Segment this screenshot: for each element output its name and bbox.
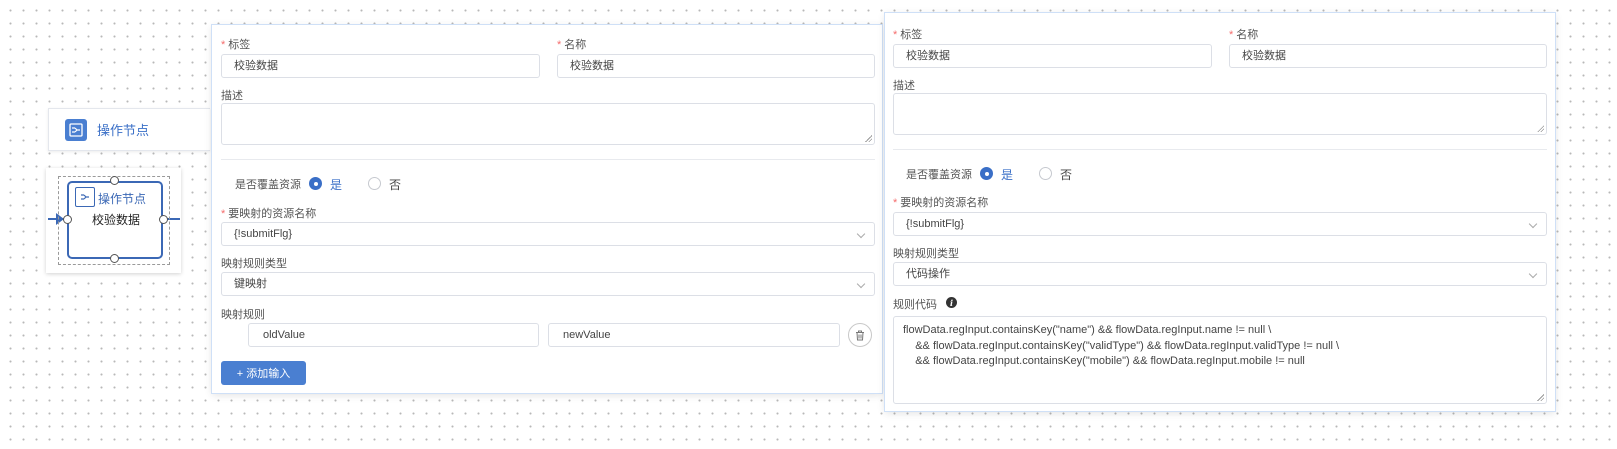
divider	[221, 159, 875, 160]
tag-input[interactable]: 校验数据	[221, 54, 540, 78]
rule-type-select[interactable]: 代码操作	[893, 262, 1547, 286]
resource-select-value: {!submitFlg}	[906, 218, 965, 230]
desc-label: 描述	[221, 90, 243, 102]
add-input-button[interactable]: + 添加输入	[221, 361, 306, 385]
operation-node-icon	[75, 187, 95, 207]
override-label: 是否覆盖资源	[906, 169, 972, 181]
resource-select[interactable]: {!submitFlg}	[221, 222, 875, 246]
desc-textarea[interactable]	[893, 93, 1547, 135]
rule-value-input[interactable]: newValue	[548, 323, 840, 347]
resize-handle-icon[interactable]	[865, 135, 872, 142]
desc-label: 描述	[893, 80, 915, 92]
tag-label: * 标签	[893, 29, 923, 41]
resource-select-value: {!submitFlg}	[234, 228, 293, 240]
code-label: 规则代码	[893, 299, 937, 311]
override-yes-radio[interactable]	[980, 167, 993, 180]
name-label: * 名称	[557, 39, 587, 51]
resize-handle-icon[interactable]	[1537, 394, 1544, 401]
port-top[interactable]	[110, 176, 119, 185]
override-yes-label[interactable]: 是	[330, 176, 342, 193]
rule-type-label: 映射规则类型	[221, 258, 287, 270]
resource-label: * 要映射的资源名称	[221, 208, 317, 220]
port-left[interactable]	[63, 215, 72, 224]
chevron-down-icon	[1528, 269, 1538, 279]
name-label: * 名称	[1229, 29, 1259, 41]
palette-item-label: 操作节点	[97, 123, 150, 138]
override-no-radio[interactable]	[368, 177, 381, 190]
rule-code-editor[interactable]: flowData.regInput.containsKey("name") &&…	[893, 316, 1547, 404]
override-label: 是否覆盖资源	[235, 179, 301, 191]
rule-type-select-value: 代码操作	[906, 268, 950, 280]
override-yes-radio[interactable]	[309, 177, 322, 190]
operation-node-icon	[65, 118, 87, 141]
divider	[893, 149, 1547, 150]
tag-label: * 标签	[221, 39, 251, 51]
rule-key-input[interactable]: oldValue	[248, 323, 539, 347]
resource-label: * 要映射的资源名称	[893, 197, 989, 209]
node-name-label: 校验数据	[92, 213, 141, 227]
chevron-down-icon	[856, 229, 866, 239]
chevron-down-icon	[1528, 219, 1538, 229]
resource-select[interactable]: {!submitFlg}	[893, 212, 1547, 236]
rule-type-select-value: 键映射	[234, 278, 267, 290]
rule-label: 映射规则	[221, 309, 265, 321]
override-yes-label[interactable]: 是	[1001, 166, 1013, 183]
port-bottom[interactable]	[110, 254, 119, 263]
delete-rule-button[interactable]	[848, 323, 872, 347]
tag-input[interactable]: 校验数据	[893, 44, 1212, 68]
resize-handle-icon[interactable]	[1537, 125, 1544, 132]
node-type-label: 操作节点	[98, 192, 147, 206]
port-right[interactable]	[159, 215, 168, 224]
delete-icon	[856, 330, 864, 340]
override-no-label[interactable]: 否	[389, 176, 401, 193]
palette-item-operation-node[interactable]: 操作节点	[48, 108, 210, 151]
name-input[interactable]: 校验数据	[557, 54, 875, 78]
name-input[interactable]: 校验数据	[1229, 44, 1547, 68]
override-no-radio[interactable]	[1039, 167, 1052, 180]
override-no-label[interactable]: 否	[1060, 166, 1072, 183]
info-icon[interactable]: i	[946, 297, 957, 308]
desc-textarea[interactable]	[221, 103, 875, 145]
rule-type-label: 映射规则类型	[893, 248, 959, 260]
rule-type-select[interactable]: 键映射	[221, 272, 875, 296]
chevron-down-icon	[856, 279, 866, 289]
